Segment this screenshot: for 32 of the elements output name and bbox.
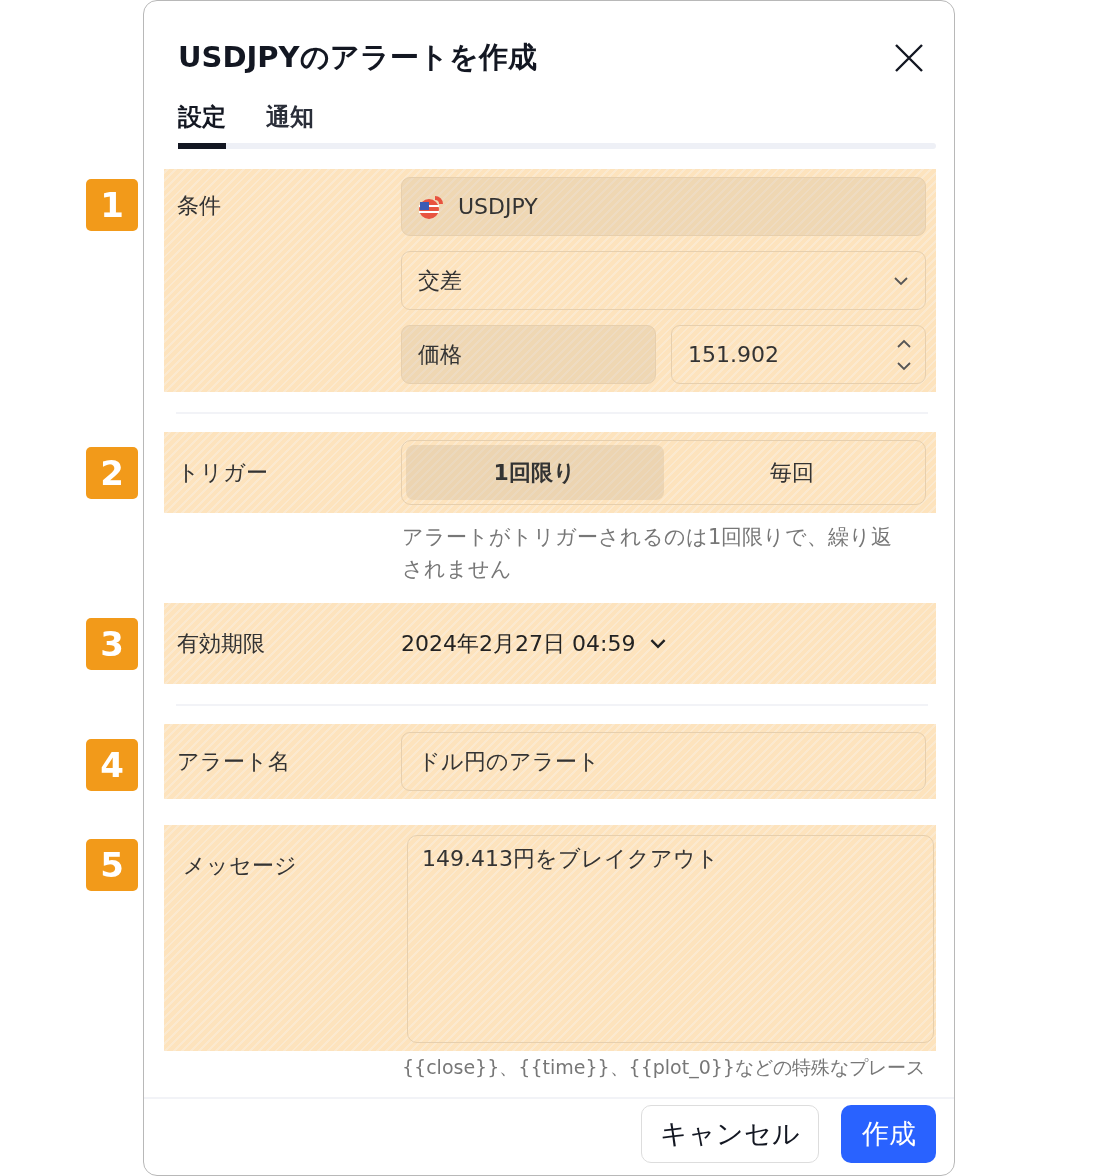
hint-text: アラートがトリガーされるのは1回限りで、繰り返されません	[402, 524, 894, 583]
source-field[interactable]: 価格	[401, 325, 656, 384]
number-badge: 3	[86, 618, 138, 670]
date-dropdown[interactable]: 2024年2月27日 04:59	[401, 628, 668, 659]
price-value: 151.902	[688, 342, 779, 367]
tab[interactable]: 通知	[266, 101, 314, 149]
symbol-text: USDJPY	[458, 194, 538, 219]
number-badge: 2	[86, 447, 138, 499]
message-textarea[interactable]: 149.413円をブレイクアウト	[407, 835, 934, 1043]
field-label: 有効期限	[176, 629, 266, 658]
number-badge: 4	[86, 739, 138, 791]
field-label: トリガー	[176, 458, 269, 487]
name-input[interactable]: ドル円のアラート	[401, 732, 926, 791]
field-label: アラート名	[176, 747, 291, 776]
segment-option[interactable]: 毎回	[663, 445, 921, 500]
dropdown-value: 交差	[418, 266, 462, 295]
segment-option[interactable]: 1回限り	[406, 445, 664, 500]
symbol-field[interactable]: USDJPY	[401, 177, 926, 236]
price-input[interactable]: 151.902	[671, 325, 926, 384]
operator-dropdown[interactable]: 交差	[401, 251, 926, 310]
hint-text: {{close}}、{{time}}、{{plot_0}}などの特殊なプレース	[402, 1055, 926, 1079]
flag-icon	[418, 193, 444, 220]
number-badge: 5	[86, 839, 138, 891]
action-button[interactable]: キャンセル	[641, 1105, 819, 1163]
chevron-down-icon	[893, 275, 909, 286]
dialog-title: USDJPYのアラートを作成	[178, 39, 537, 76]
field-label: メッセージ	[182, 852, 298, 880]
chevron-down-icon	[649, 638, 668, 649]
close-icon[interactable]	[894, 43, 924, 73]
number-badge: 1	[86, 179, 138, 231]
field-label: 条件	[176, 192, 222, 220]
action-button[interactable]: 作成	[841, 1105, 936, 1163]
